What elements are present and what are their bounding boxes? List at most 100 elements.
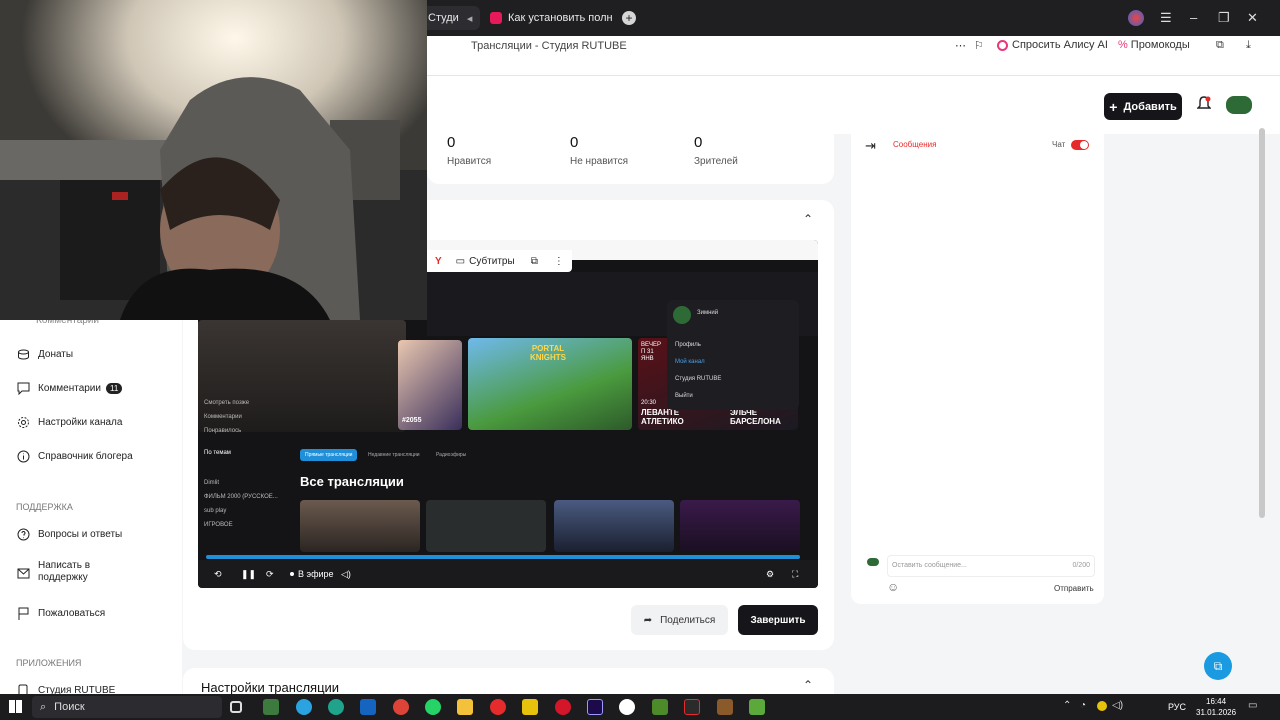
dislikes-label: Не нравится: [570, 156, 628, 167]
sidebar-item-label: Написать в поддержку: [38, 560, 91, 583]
chat-bubble-icon: ⧉: [1213, 659, 1223, 673]
folder-icon[interactable]: [457, 699, 473, 715]
message-input[interactable]: Оставить сообщение... 0/200: [887, 555, 1095, 577]
whatsapp-icon[interactable]: [425, 699, 441, 715]
pip-icon: ⧉: [530, 255, 538, 267]
tab-label: Студи: [428, 12, 459, 24]
tab-messages[interactable]: Сообщения: [893, 140, 936, 149]
fullscreen-icon[interactable]: ⛶: [792, 569, 798, 580]
telegram-icon[interactable]: [296, 699, 312, 715]
menu-icon[interactable]: ☰: [1160, 10, 1172, 26]
alice-label: Спросить Алису AI: [1012, 39, 1108, 51]
yandex-icon[interactable]: [490, 699, 506, 715]
inner-topic-item: sub play: [204, 508, 227, 514]
sidebar-item-write-support[interactable]: Написать в поддержку: [16, 560, 108, 584]
comment-icon: [16, 381, 30, 395]
lang-indicator[interactable]: РУС: [1168, 702, 1186, 712]
minecraft-icon[interactable]: [263, 699, 279, 715]
task-view-icon[interactable]: [230, 701, 242, 713]
sidebar-item-channel-settings[interactable]: Настройки канала: [16, 415, 122, 429]
inner-tab-recent: Недавние трансляции: [368, 452, 420, 458]
collapse-chat-icon[interactable]: ⇥: [865, 138, 876, 154]
taskbar-clock[interactable]: 16:44 31.01.2026: [1196, 696, 1236, 718]
search-icon: ⌕: [40, 700, 47, 713]
thumb-title-elche: ЭЛЬЧЕ БАРСЕЛОНА: [730, 408, 781, 426]
share-button[interactable]: ➦ Поделиться: [631, 605, 728, 635]
chevron-up-icon[interactable]: ⌃: [803, 212, 813, 226]
opera-icon[interactable]: [555, 699, 571, 715]
inner-row-thumb: [554, 500, 674, 552]
gear-icon: [16, 415, 30, 429]
inner-sidebar-item: Понравилось: [204, 428, 242, 434]
page-scrollbar[interactable]: [1259, 128, 1265, 518]
volume-icon[interactable]: ◁): [341, 569, 351, 580]
browser-tab-howto[interactable]: Как установить полную в: [482, 6, 612, 30]
floating-help-button[interactable]: ⧉: [1204, 652, 1232, 680]
after-effects-icon[interactable]: [587, 699, 603, 715]
outlook-icon[interactable]: [360, 699, 376, 715]
inner-row-thumb: [300, 500, 420, 552]
message-placeholder: Оставить сообщение...: [892, 562, 967, 569]
emoji-icon[interactable]: ☺: [887, 580, 899, 594]
forward-icon[interactable]: ⟳: [266, 569, 274, 580]
sidebar-item-faq[interactable]: Вопросы и ответы: [16, 527, 122, 541]
share-icon: ➦: [643, 614, 653, 626]
edge-icon[interactable]: [328, 699, 344, 715]
more-icon[interactable]: ⋯: [955, 39, 966, 52]
settings-icon[interactable]: ⚙: [766, 569, 774, 580]
tab-label: Как установить полную в: [508, 12, 612, 24]
minimize-icon[interactable]: –: [1190, 10, 1197, 25]
sidebar-item-donations[interactable]: Донаты: [16, 347, 73, 361]
bear-icon[interactable]: [522, 699, 538, 715]
page-title-address[interactable]: Трансляции - Студия RUTUBE: [471, 40, 627, 52]
menu-channel: Мой канал: [675, 359, 705, 365]
minecraft-launcher-icon[interactable]: [749, 699, 765, 715]
windows-start-icon[interactable]: [9, 700, 22, 713]
sidebar-item-guide[interactable]: Справочник блогера: [16, 449, 133, 463]
inner-tab-live: Прямые трансляции: [300, 449, 358, 461]
chrome-icon[interactable]: [393, 699, 409, 715]
restore-icon[interactable]: ❐: [1218, 10, 1230, 26]
coins-icon: [16, 347, 30, 361]
match-date: ВЕЧЕР П 31 ЯНВ: [641, 342, 662, 362]
new-tab-button[interactable]: +: [622, 11, 636, 25]
live-indicator: В эфире: [290, 569, 334, 579]
recorder-icon[interactable]: [684, 699, 700, 715]
chat-toggle[interactable]: [1071, 140, 1089, 150]
yandex-profile-icon[interactable]: [1128, 10, 1144, 26]
bell-icon[interactable]: [1196, 96, 1212, 115]
add-button[interactable]: + Добавить: [1104, 93, 1182, 120]
extension-icon[interactable]: ⧉: [1216, 39, 1224, 52]
thumb-title: PORTAL KNIGHTS: [530, 344, 566, 362]
taskbar-search[interactable]: ⌕ Поиск: [32, 696, 222, 718]
volume-tray-icon[interactable]: ◁): [1112, 700, 1123, 711]
avatar[interactable]: [1226, 96, 1252, 114]
browser-tab-studio[interactable]: Студи ◂ ✕: [420, 6, 480, 30]
sidebar-item-comments[interactable]: Комментарии 11: [16, 381, 123, 395]
bookmark-icon[interactable]: ⚐: [974, 39, 984, 52]
finish-stream-button[interactable]: Завершить: [738, 605, 818, 635]
send-button[interactable]: Отправить: [1054, 584, 1094, 593]
message-counter: 0/200: [1072, 562, 1090, 569]
tray-chevron-icon[interactable]: ⌃: [1063, 700, 1071, 711]
sidebar-item-report[interactable]: Пожаловаться: [16, 606, 105, 620]
close-window-icon[interactable]: ✕: [1247, 10, 1258, 26]
subtitles-icon: ▭: [455, 255, 466, 267]
game-icon[interactable]: [652, 699, 668, 715]
chevron-up-icon[interactable]: ⌃: [803, 678, 813, 692]
promo-button[interactable]: % Промокоды: [1118, 39, 1190, 51]
inner-topic-item: Dimlit: [204, 480, 219, 486]
rewind-icon[interactable]: ⟲: [214, 569, 222, 580]
subtitles-bar[interactable]: Y ▭ Субтитры ⧉ ⋮: [427, 250, 572, 272]
notification-icon[interactable]: ▭: [1248, 700, 1257, 711]
alice-button[interactable]: Спросить Алису AI: [997, 39, 1108, 51]
thumb-portal-knights: PORTAL KNIGHTS: [468, 338, 632, 430]
chat-panel: ⇥ Сообщения Чат Оставить сообщение... 0/…: [851, 134, 1104, 604]
yandex-browser-icon[interactable]: [619, 699, 635, 715]
network-icon[interactable]: ◔: [1080, 700, 1086, 711]
pause-icon[interactable]: ❚❚: [241, 569, 256, 580]
notes-icon[interactable]: [717, 699, 733, 715]
tray-app-icon[interactable]: [1097, 701, 1107, 711]
download-icon[interactable]: ⤓: [1246, 39, 1251, 52]
progress-bar[interactable]: [206, 555, 800, 559]
